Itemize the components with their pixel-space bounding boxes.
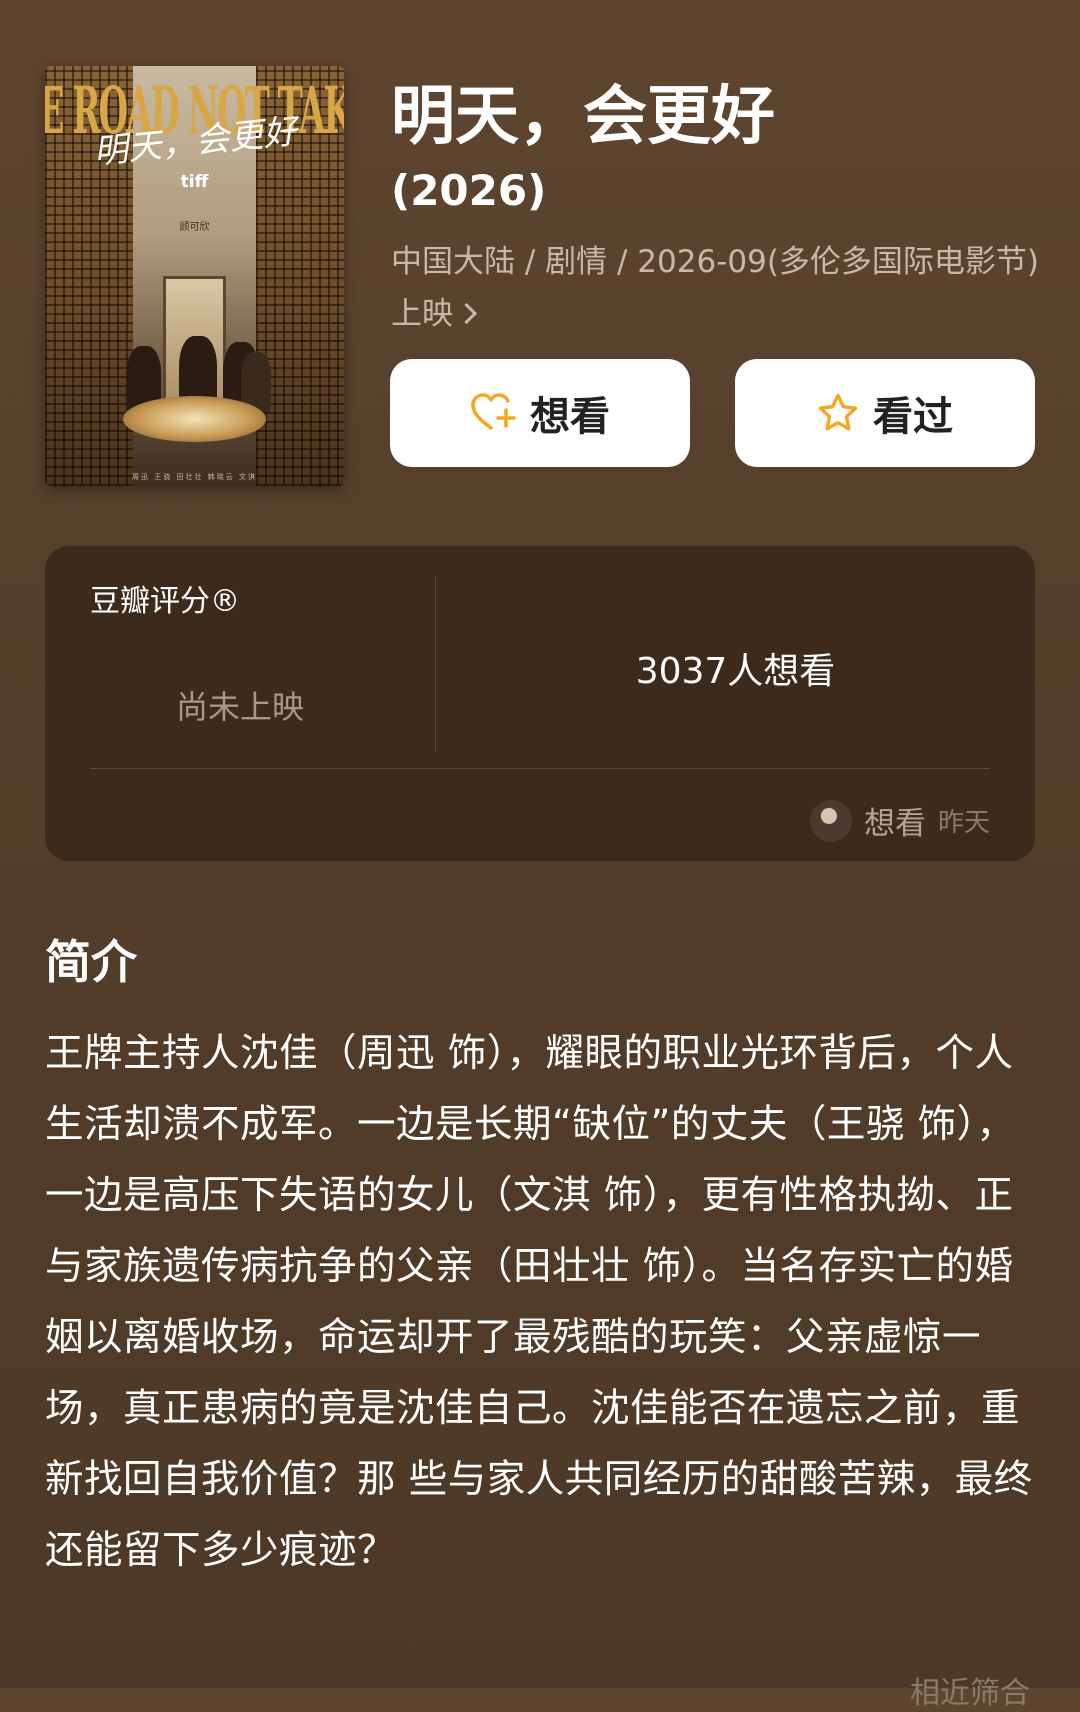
divider xyxy=(90,768,990,769)
star-icon xyxy=(817,392,859,434)
movie-year: (2026) xyxy=(391,166,547,215)
rating-label: 豆瓣评分® xyxy=(90,584,240,619)
want-count[interactable]: 3037人想看 xyxy=(436,642,1035,694)
want-to-watch-label: 想看 xyxy=(530,394,610,440)
recent-activity-action: 想看 xyxy=(863,806,926,842)
heart-plus-icon xyxy=(470,392,516,434)
poster-director: 顾可欣 xyxy=(179,222,210,233)
watched-button[interactable]: 看过 xyxy=(735,359,1035,467)
movie-meta-link[interactable]: 中国大陆 / 剧情 / 2026-09(多伦多国际电影节)上映 xyxy=(391,236,1041,340)
poster-credits: 周迅 王骁 田壮壮 韩晓云 文淇 xyxy=(132,473,257,481)
poster-dinner-table xyxy=(123,396,266,442)
movie-title: 明天，会更好 xyxy=(391,80,775,154)
synopsis-heading: 简介 xyxy=(45,935,137,989)
synopsis-text: 王牌主持人沈佳（周迅 饰），耀眼的职业光环背后，个人生活却溃不成军。一边是长期“… xyxy=(45,1031,1033,1573)
avatar xyxy=(809,799,852,842)
watched-label: 看过 xyxy=(873,394,953,440)
recent-activity-time: 昨天 xyxy=(937,808,990,838)
movie-poster[interactable]: THE ROAD NOT TAKEN 明天，会更好 tiff 顾可欣 周迅 王骁… xyxy=(45,66,344,486)
movie-meta-text: 中国大陆 / 剧情 / 2026-09(多伦多国际电影节)上映 xyxy=(391,244,1040,332)
rating-card: 豆瓣评分® 尚未上映 3037人想看 想看 昨天 xyxy=(45,546,1035,861)
related-hint[interactable]: 相近筛合 xyxy=(910,1668,1030,1712)
want-to-watch-button[interactable]: 想看 xyxy=(390,359,690,467)
recent-activity[interactable]: 想看 昨天 xyxy=(809,798,990,843)
chevron-right-icon xyxy=(455,302,478,325)
poster-festival-logo: tiff xyxy=(180,172,209,192)
rating-status: 尚未上映 xyxy=(175,688,304,726)
